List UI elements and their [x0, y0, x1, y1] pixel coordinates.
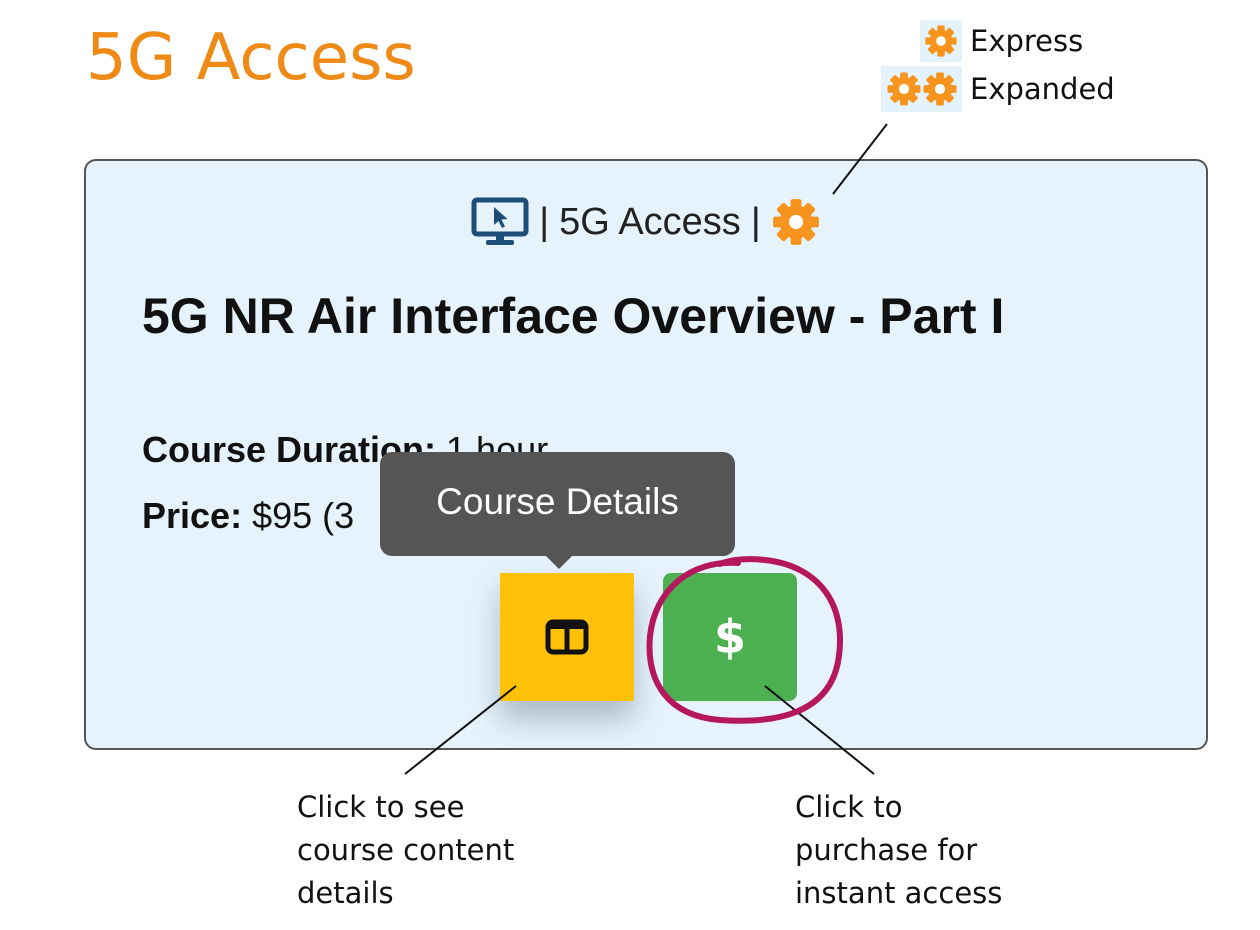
course-title: 5G NR Air Interface Overview - Part I — [142, 288, 1005, 344]
course-details-button[interactable] — [500, 573, 634, 701]
annotation-line: Click to — [795, 790, 903, 824]
legend-express-icons — [920, 20, 962, 62]
course-price: Price: $95 (3 — [142, 495, 354, 537]
legend-express-label: Express — [970, 24, 1084, 58]
monitor-cursor-icon — [471, 197, 529, 245]
gear-icon — [887, 72, 920, 106]
gear-icon — [772, 199, 819, 245]
page: 5G Access Express Expanded | 5G Access |… — [0, 0, 1260, 930]
course-card: | 5G Access | 5G NR Air Interface Overvi… — [84, 159, 1208, 750]
legend-expanded-icons — [881, 66, 962, 112]
purchase-button[interactable]: $ — [663, 573, 797, 701]
course-category: 5G Access — [559, 200, 741, 243]
gear-icon — [923, 72, 956, 106]
annotation-line: details — [297, 876, 394, 910]
page-title: 5G Access — [86, 21, 416, 95]
price-label: Price: — [142, 495, 243, 536]
purchase-annotation: Click to purchase for instant access — [795, 786, 1055, 915]
details-annotation: Click to see course content details — [297, 786, 557, 915]
course-details-tooltip: Course Details — [380, 452, 735, 569]
legend-express: Express — [920, 20, 1083, 62]
annotation-line: instant access — [795, 876, 1003, 910]
header-separator: | — [539, 200, 550, 243]
legend-expanded-label: Expanded — [970, 72, 1115, 106]
annotation-line: purchase for — [795, 833, 978, 867]
header-separator: | — [750, 200, 761, 243]
dollar-icon: $ — [713, 610, 746, 664]
legend-expanded: Expanded — [881, 66, 1115, 112]
columns-icon — [545, 619, 589, 655]
annotation-line: course content — [297, 833, 515, 867]
card-header: | 5G Access | — [86, 197, 1206, 247]
price-value: $95 (3 — [252, 495, 355, 536]
annotation-line: Click to see — [297, 790, 465, 824]
gear-icon — [925, 25, 957, 57]
